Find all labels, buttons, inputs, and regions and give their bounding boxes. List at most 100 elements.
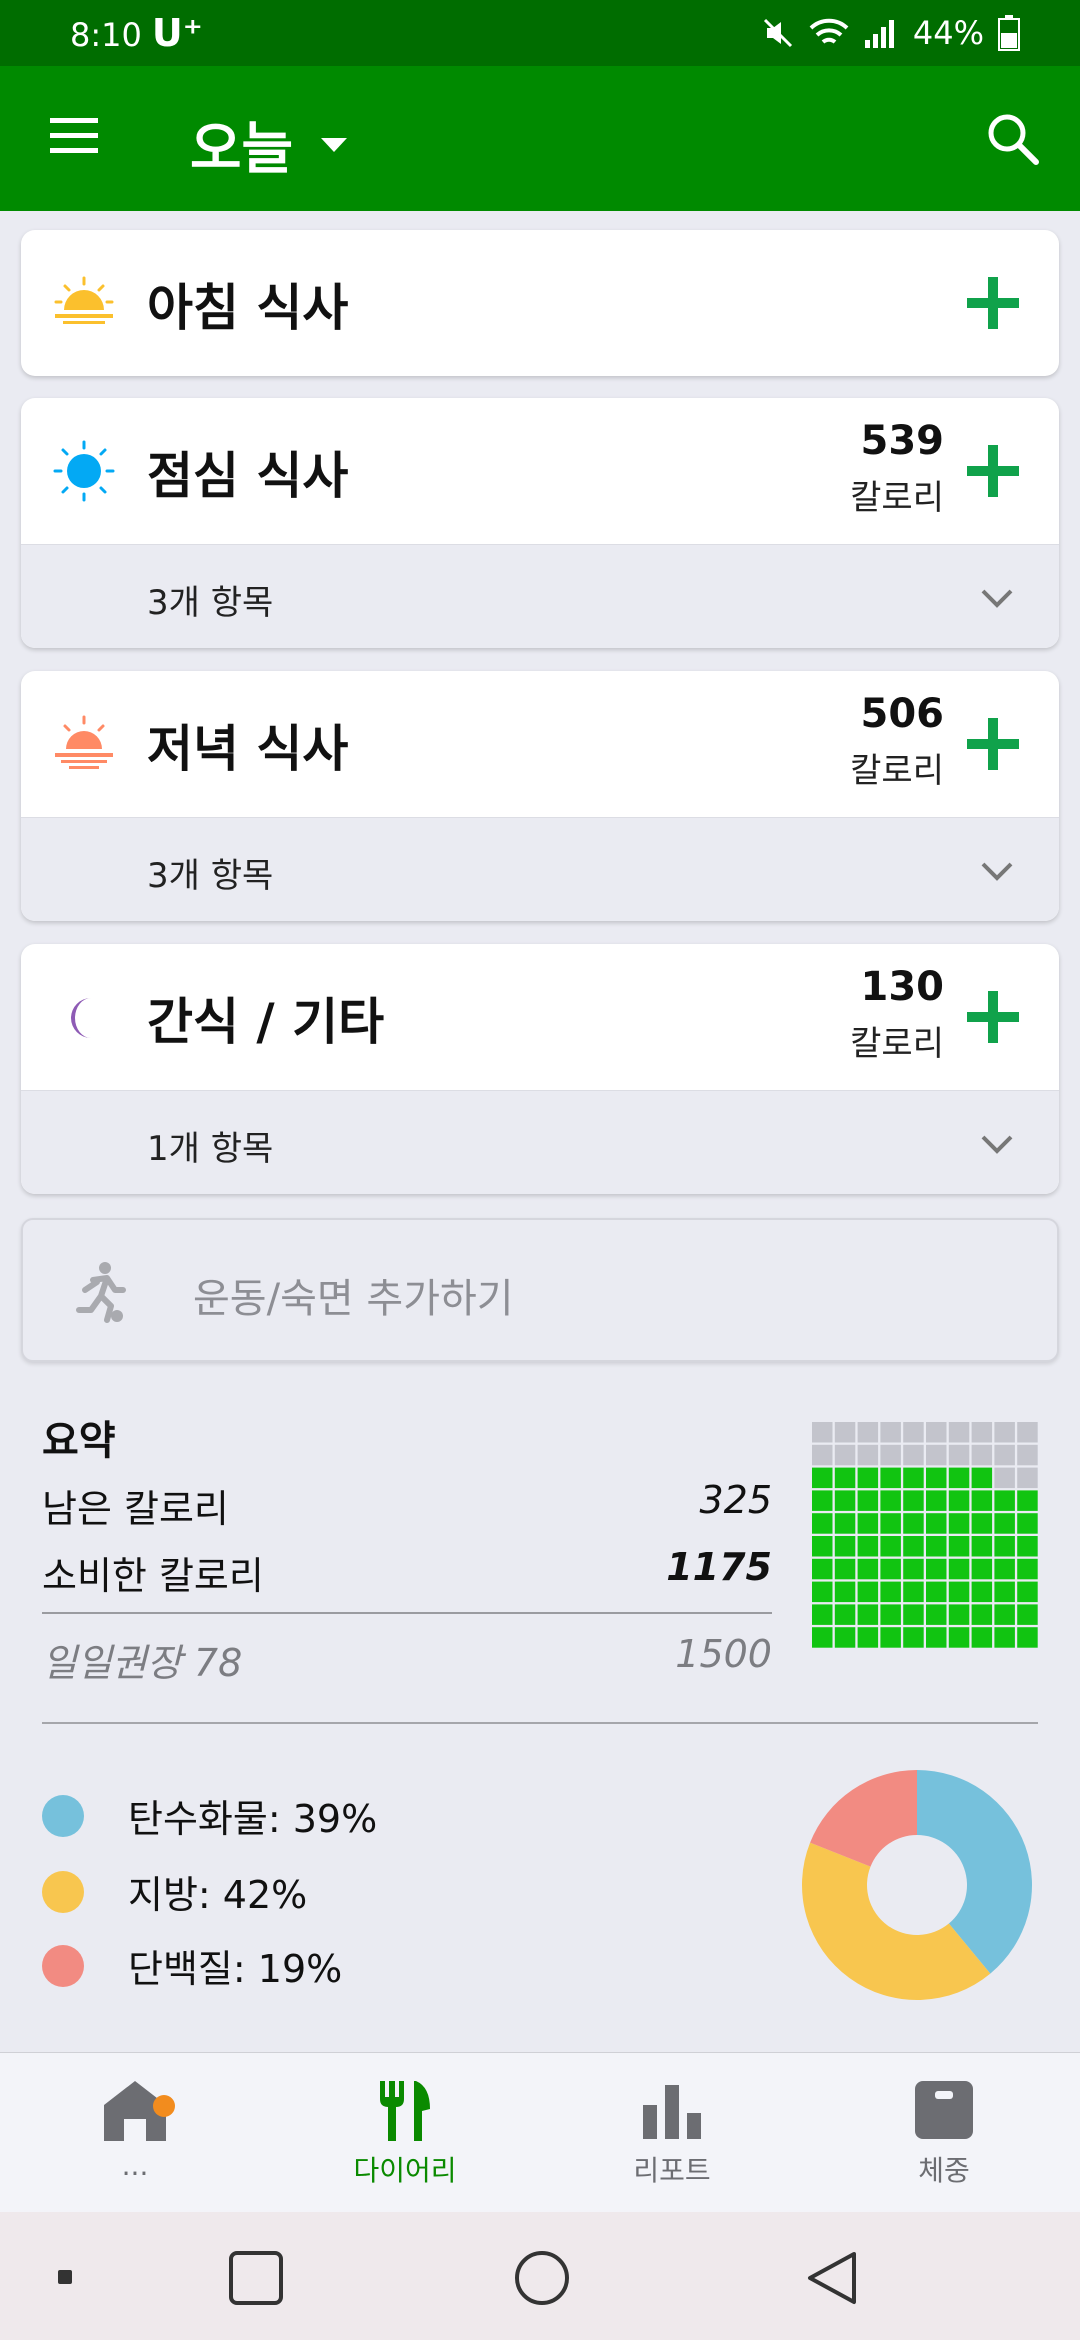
grid-cell	[971, 1422, 993, 1443]
meal-card-breakfast[interactable]: 아침 식사	[21, 230, 1059, 376]
grid-cell	[926, 1581, 947, 1603]
grid-cell	[926, 1627, 947, 1648]
back-icon[interactable]	[804, 2250, 860, 2306]
grid-cell	[880, 1558, 901, 1580]
grid-cell	[926, 1558, 947, 1580]
grid-cell	[948, 1422, 970, 1443]
grid-cell	[880, 1627, 901, 1648]
grid-cell	[994, 1627, 1015, 1648]
grid-cell	[857, 1604, 879, 1625]
grid-cell	[971, 1581, 993, 1603]
grid-cell	[903, 1467, 924, 1489]
grid-cell	[1017, 1467, 1038, 1489]
meal-items-toggle[interactable]: 3개 항목	[21, 544, 1059, 648]
meal-items-toggle[interactable]: 3개 항목	[21, 817, 1059, 921]
grid-cell	[994, 1513, 1015, 1534]
grid-cell	[834, 1581, 856, 1603]
meal-card-dinner[interactable]: 저녁 식사 506 칼로리 3개 항목	[21, 671, 1059, 921]
add-lunch-button[interactable]	[965, 443, 1021, 499]
grid-cell	[926, 1490, 947, 1511]
grid-cell	[903, 1627, 924, 1648]
grid-cell	[926, 1513, 947, 1534]
add-dinner-button[interactable]	[965, 716, 1021, 772]
grid-cell	[834, 1490, 856, 1511]
calorie-unit: 칼로리	[850, 478, 944, 518]
calorie-value: 130	[860, 964, 945, 1010]
meal-items-toggle[interactable]: 1개 항목	[21, 1090, 1059, 1194]
grid-cell	[880, 1444, 901, 1466]
grid-cell	[948, 1604, 970, 1625]
menu-icon[interactable]	[48, 116, 100, 156]
item-count: 3개 항목	[147, 583, 274, 623]
page-title: 오늘	[190, 117, 294, 182]
grid-cell	[834, 1513, 856, 1534]
section-divider	[42, 1722, 1038, 1724]
sunrise-icon	[54, 276, 114, 324]
grid-cell	[812, 1604, 833, 1625]
grid-cell	[994, 1467, 1015, 1489]
consumed-calories-row: 소비한 칼로리 1175	[42, 1545, 772, 1600]
meal-card-snack[interactable]: 간식 / 기타 130 칼로리 1개 항목	[21, 944, 1059, 1194]
nav-diary[interactable]: 다이어리	[305, 2077, 505, 2189]
grid-cell	[1017, 1513, 1038, 1534]
grid-cell	[903, 1604, 924, 1625]
bottom-navigation: ... 다이어리 리포트 체중	[0, 2052, 1080, 2212]
meal-card-lunch[interactable]: 점심 식사 539 칼로리 3개 항목	[21, 398, 1059, 648]
grid-cell	[1017, 1627, 1038, 1648]
grid-cell	[971, 1490, 993, 1511]
fat-label: 지방: 42%	[128, 1873, 308, 1917]
macro-donut-chart	[802, 1770, 1032, 2000]
grid-cell	[994, 1536, 1015, 1557]
recents-icon[interactable]	[228, 2250, 284, 2306]
grid-cell	[948, 1467, 970, 1489]
search-icon[interactable]	[984, 110, 1040, 166]
system-navigation	[0, 2212, 1080, 2340]
grid-cell	[994, 1422, 1015, 1443]
meal-title: 간식 / 기타	[147, 993, 385, 1051]
signal-icon	[864, 20, 894, 48]
grid-cell	[994, 1444, 1015, 1466]
fork-knife-icon	[380, 2081, 430, 2141]
nav-report[interactable]: 리포트	[572, 2077, 772, 2189]
carbs-dot	[42, 1794, 84, 1837]
add-snack-button[interactable]	[965, 989, 1021, 1045]
status-bar: 8:10 U⁺ 44%	[0, 0, 1080, 66]
carrier-label: U⁺	[151, 11, 203, 55]
grid-cell	[812, 1536, 833, 1557]
nav-weight[interactable]: 체중	[844, 2077, 1044, 2189]
grid-cell	[1017, 1536, 1038, 1557]
grid-cell	[926, 1536, 947, 1557]
add-breakfast-button[interactable]	[965, 275, 1021, 331]
chevron-down-icon	[981, 589, 1013, 608]
grid-cell	[880, 1581, 901, 1603]
grid-cell	[903, 1536, 924, 1557]
summary-title: 요약	[42, 1418, 116, 1464]
grid-cell	[971, 1467, 993, 1489]
grid-cell	[971, 1558, 993, 1580]
calorie-unit: 칼로리	[850, 1024, 944, 1064]
nav-home[interactable]: ...	[35, 2077, 235, 2182]
dot-icon[interactable]	[56, 2268, 74, 2286]
grid-cell	[834, 1536, 856, 1557]
remaining-label: 남은 칼로리	[42, 1487, 229, 1531]
grid-cell	[812, 1581, 833, 1603]
battery-percent: 44%	[912, 14, 984, 52]
grid-cell	[948, 1444, 970, 1466]
date-selector[interactable]: 오늘	[190, 104, 349, 185]
grid-cell	[857, 1513, 879, 1534]
add-exercise-label: 운동/숙면 추가하기	[193, 1276, 514, 1322]
grid-cell	[1017, 1422, 1038, 1443]
notification-badge	[153, 2095, 175, 2117]
grid-cell	[880, 1536, 901, 1557]
nav-home-label: ...	[121, 2149, 149, 2182]
daily-goal-row: 일일권장 78 1500	[42, 1632, 772, 1687]
grid-cell	[857, 1467, 879, 1489]
add-exercise-button[interactable]: 운동/숙면 추가하기	[21, 1218, 1059, 1362]
grid-cell	[812, 1467, 833, 1489]
grid-cell	[903, 1422, 924, 1443]
protein-dot	[42, 1944, 84, 1987]
grid-cell	[834, 1422, 856, 1443]
app-bar: 오늘	[0, 66, 1080, 211]
home-circle-icon[interactable]	[514, 2250, 570, 2306]
daily-goal-label: 일일권장 78	[42, 1641, 243, 1685]
